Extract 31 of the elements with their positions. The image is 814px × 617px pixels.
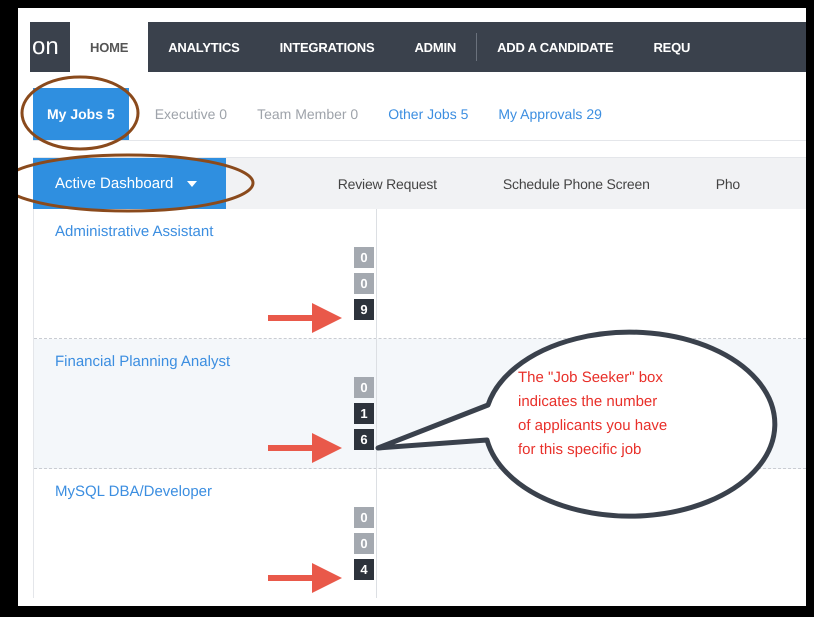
arrow-icon (266, 431, 344, 465)
filter-tab[interactable]: My Jobs 5 (33, 88, 129, 140)
filter-tab[interactable]: Other Jobs 5 (376, 88, 480, 140)
count-badge[interactable]: 0 (354, 507, 374, 528)
count-badge[interactable]: 0 (354, 247, 374, 268)
nav-tab[interactable]: ADMIN (394, 22, 476, 72)
dashboard-dropdown[interactable]: Active Dashboard (33, 158, 226, 209)
count-badge[interactable]: 9 (354, 299, 374, 320)
job-title-link[interactable]: Financial Planning Analyst (55, 353, 230, 370)
count-badge[interactable]: 0 (354, 273, 374, 294)
column-header: Review Request (338, 176, 437, 192)
nav-tab[interactable]: ANALYTICS (148, 22, 260, 72)
count-badge[interactable]: 6 (354, 429, 374, 450)
nav-tab[interactable]: REQU (633, 22, 710, 72)
callout-text: The "Job Seeker" box indicates the number of applicants you have for this specific job (518, 368, 668, 460)
count-badge[interactable]: 4 (354, 559, 374, 580)
count-badge[interactable]: 0 (354, 533, 374, 554)
caret-icon (187, 180, 198, 186)
nav-tab[interactable]: HOME (70, 22, 148, 72)
nav-tab[interactable]: INTEGRATIONS (260, 22, 394, 72)
nav-tab[interactable]: ADD A CANDIDATE (477, 22, 634, 72)
job-title-link[interactable]: MySQL DBA/Developer (55, 483, 212, 500)
column-header: Pho (716, 176, 740, 192)
logo[interactable]: on (30, 22, 70, 72)
count-badge[interactable]: 0 (354, 377, 374, 398)
column-header: Schedule Phone Screen (502, 176, 650, 192)
arrow-icon (266, 301, 344, 335)
filter-tab[interactable]: My Approvals 29 (486, 88, 614, 140)
job-title-link[interactable]: Administrative Assistant (55, 223, 214, 240)
count-badge[interactable]: 1 (354, 403, 374, 424)
arrow-icon (266, 561, 344, 595)
